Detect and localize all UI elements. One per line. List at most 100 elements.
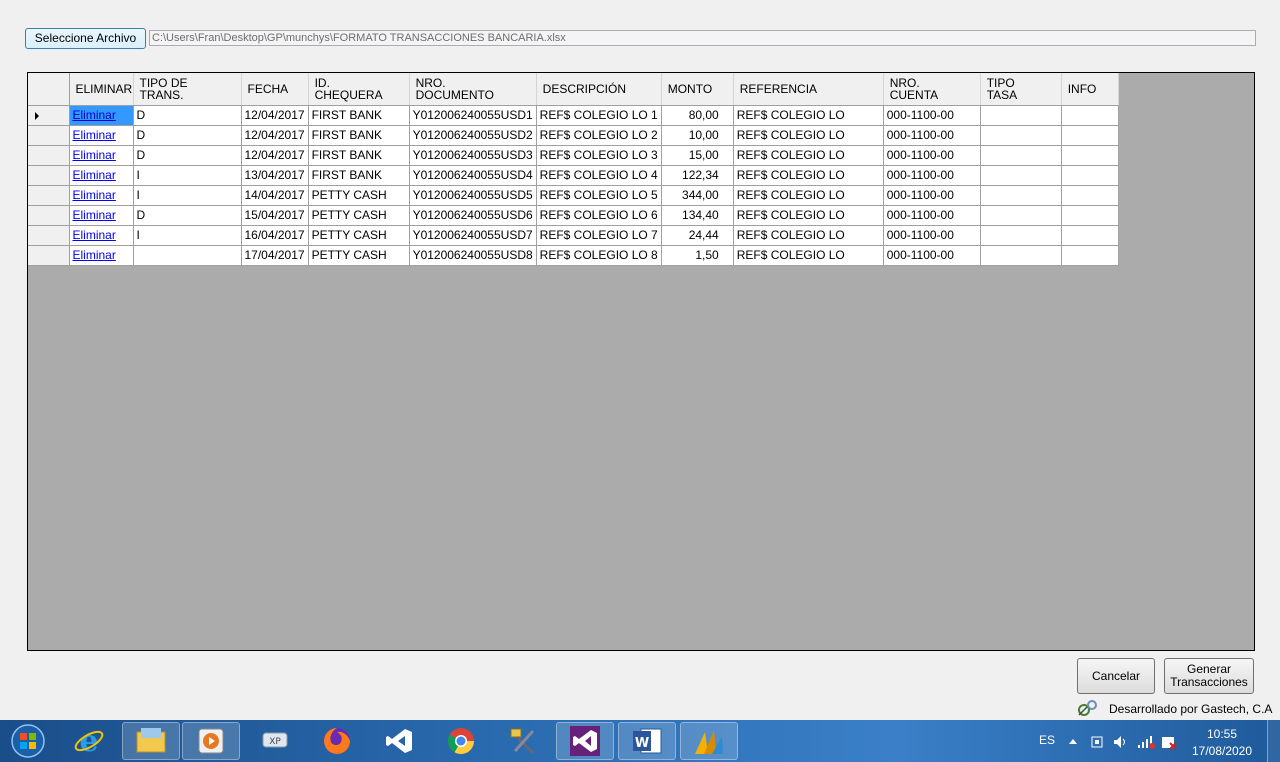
taskbar-xp-mode[interactable]: XP <box>246 722 304 760</box>
descripcion-cell[interactable]: REF$ COLEGIO LO 5 <box>536 185 662 206</box>
tipo-cell[interactable]: D <box>133 125 242 146</box>
info-cell[interactable] <box>1061 205 1119 226</box>
chequera-cell[interactable]: PETTY CASH <box>308 185 410 206</box>
descripcion-cell[interactable]: REF$ COLEGIO LO 6 <box>536 205 662 226</box>
monto-cell[interactable]: 10,00 <box>661 125 734 146</box>
referencia-cell[interactable]: REF$ COLEGIO LO <box>733 145 884 166</box>
eliminar-cell[interactable]: Eliminar <box>69 185 134 206</box>
eliminar-cell[interactable]: Eliminar <box>69 225 134 246</box>
table-row[interactable]: Eliminar D 12/04/2017 FIRST BANK Y0120062400… <box>28 105 1119 126</box>
eliminar-link[interactable]: Eliminar <box>73 148 116 162</box>
chequera-cell[interactable]: FIRST BANK <box>308 125 410 146</box>
documento-cell[interactable]: Y012006240055USD5 <box>409 185 537 206</box>
cuenta-cell[interactable]: 000-1100-00 <box>883 245 981 266</box>
column-header-monto[interactable]: MONTO <box>661 73 734 106</box>
descripcion-cell[interactable]: REF$ COLEGIO LO 1 <box>536 105 662 126</box>
referencia-cell[interactable]: REF$ COLEGIO LO <box>733 205 884 226</box>
monto-cell[interactable]: 24,44 <box>661 225 734 246</box>
info-cell[interactable] <box>1061 185 1119 206</box>
tasa-cell[interactable] <box>980 185 1062 206</box>
tipo-cell[interactable]: I <box>133 165 242 186</box>
tipo-cell[interactable]: D <box>133 205 242 226</box>
tasa-cell[interactable] <box>980 225 1062 246</box>
documento-cell[interactable]: Y012006240055USD7 <box>409 225 537 246</box>
taskbar-word[interactable]: W <box>618 722 676 760</box>
tipo-cell[interactable]: I <box>133 185 242 206</box>
eliminar-link[interactable]: Eliminar <box>73 248 116 262</box>
eliminar-link[interactable]: Eliminar <box>73 208 116 222</box>
column-header-documento[interactable]: NRO. DOCUMENTO <box>409 73 537 106</box>
info-cell[interactable] <box>1061 225 1119 246</box>
taskbar-internet-explorer[interactable]: e <box>60 722 118 760</box>
descripcion-cell[interactable]: REF$ COLEGIO LO 8 <box>536 245 662 266</box>
taskbar-tools[interactable] <box>494 722 552 760</box>
table-row[interactable]: Eliminar D 12/04/2017 FIRST BANK Y0120062400… <box>28 145 1119 166</box>
column-header-descripcion[interactable]: DESCRIPCIÓN <box>536 73 662 106</box>
column-header-fecha[interactable]: FECHA <box>241 73 309 106</box>
row-header[interactable] <box>28 145 70 166</box>
table-row[interactable]: Eliminar D 12/04/2017 FIRST BANK Y0120062400… <box>28 125 1119 146</box>
row-header[interactable] <box>28 165 70 186</box>
chequera-cell[interactable]: PETTY CASH <box>308 205 410 226</box>
referencia-cell[interactable]: REF$ COLEGIO LO <box>733 105 884 126</box>
descripcion-cell[interactable]: REF$ COLEGIO LO 3 <box>536 145 662 166</box>
table-row[interactable]: Eliminar I 14/04/2017 PETTY CASH Y0120062400… <box>28 185 1119 206</box>
table-row[interactable]: Eliminar 17/04/2017 PETTY CASH Y01200624005… <box>28 245 1119 266</box>
tipo-cell[interactable]: D <box>133 145 242 166</box>
column-header-eliminar[interactable]: ELIMINAR <box>69 73 134 106</box>
chequera-cell[interactable]: FIRST BANK <box>308 105 410 126</box>
eliminar-cell[interactable]: Eliminar <box>69 245 134 266</box>
taskbar-visual-studio[interactable] <box>370 722 428 760</box>
info-cell[interactable] <box>1061 165 1119 186</box>
tipo-cell[interactable]: I <box>133 225 242 246</box>
language-indicator[interactable]: ES <box>1039 733 1055 747</box>
column-header-tasa[interactable]: TIPO TASA <box>980 73 1062 106</box>
fecha-cell[interactable]: 14/04/2017 <box>241 185 309 206</box>
tasa-cell[interactable] <box>980 145 1062 166</box>
column-header-info[interactable]: INFO <box>1061 73 1119 106</box>
network-icon[interactable] <box>1137 735 1155 749</box>
taskbar-dynamics-gp[interactable] <box>680 722 738 760</box>
row-header[interactable] <box>28 225 70 246</box>
eliminar-cell[interactable]: Eliminar <box>69 165 134 186</box>
cancel-button[interactable]: Cancelar <box>1077 658 1155 694</box>
monto-cell[interactable]: 122,34 <box>661 165 734 186</box>
monto-cell[interactable]: 80,00 <box>661 105 734 126</box>
eliminar-link[interactable]: Eliminar <box>73 188 116 202</box>
tasa-cell[interactable] <box>980 125 1062 146</box>
info-cell[interactable] <box>1061 245 1119 266</box>
row-header[interactable] <box>28 185 70 206</box>
row-header[interactable] <box>28 205 70 226</box>
referencia-cell[interactable]: REF$ COLEGIO LO <box>733 245 884 266</box>
monto-cell[interactable]: 344,00 <box>661 185 734 206</box>
fecha-cell[interactable]: 12/04/2017 <box>241 105 309 126</box>
tasa-cell[interactable] <box>980 245 1062 266</box>
volume-icon[interactable] <box>1113 735 1129 749</box>
eliminar-cell[interactable]: Eliminar <box>69 145 134 166</box>
show-hidden-icons-icon[interactable] <box>1068 737 1078 745</box>
taskbar-visual-studio-active[interactable] <box>556 722 614 760</box>
info-cell[interactable] <box>1061 145 1119 166</box>
descripcion-cell[interactable]: REF$ COLEGIO LO 7 <box>536 225 662 246</box>
info-cell[interactable] <box>1061 125 1119 146</box>
cuenta-cell[interactable]: 000-1100-00 <box>883 225 981 246</box>
documento-cell[interactable]: Y012006240055USD3 <box>409 145 537 166</box>
cuenta-cell[interactable]: 000-1100-00 <box>883 105 981 126</box>
referencia-cell[interactable]: REF$ COLEGIO LO <box>733 225 884 246</box>
cuenta-cell[interactable]: 000-1100-00 <box>883 205 981 226</box>
monto-cell[interactable]: 1,50 <box>661 245 734 266</box>
column-header-cuenta[interactable]: NRO. CUENTA <box>883 73 981 106</box>
eliminar-cell[interactable]: Eliminar <box>69 205 134 226</box>
fecha-cell[interactable]: 16/04/2017 <box>241 225 309 246</box>
cuenta-cell[interactable]: 000-1100-00 <box>883 145 981 166</box>
documento-cell[interactable]: Y012006240055USD4 <box>409 165 537 186</box>
documento-cell[interactable]: Y012006240055USD2 <box>409 125 537 146</box>
battery-warning-icon[interactable] <box>1161 734 1177 750</box>
chequera-cell[interactable]: PETTY CASH <box>308 245 410 266</box>
tasa-cell[interactable] <box>980 105 1062 126</box>
monto-cell[interactable]: 15,00 <box>661 145 734 166</box>
tipo-cell[interactable] <box>133 245 242 266</box>
show-desktop-button[interactable] <box>1267 720 1280 762</box>
referencia-cell[interactable]: REF$ COLEGIO LO <box>733 125 884 146</box>
eliminar-link[interactable]: Eliminar <box>73 128 116 142</box>
